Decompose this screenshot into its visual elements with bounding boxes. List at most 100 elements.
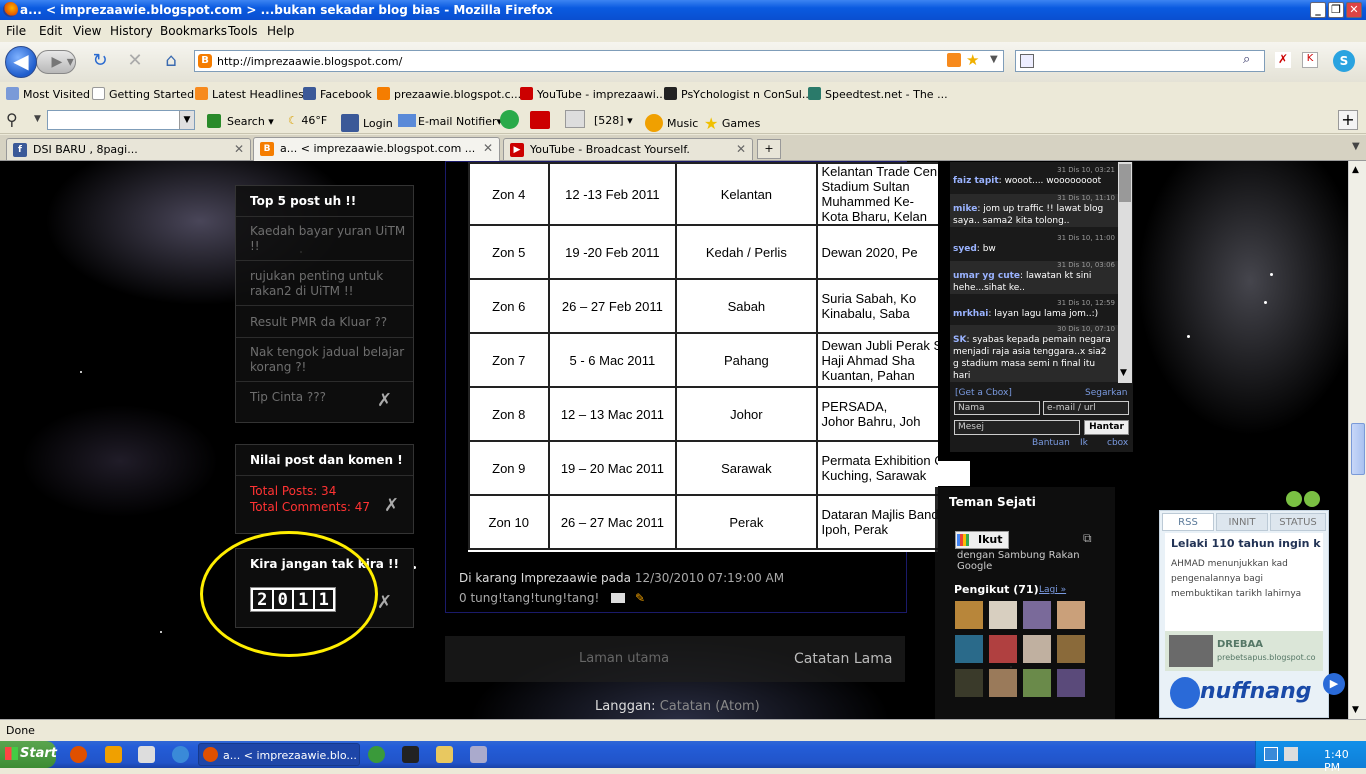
tab-youtube[interactable]: ▶ YouTube - Broadcast Yourself. ✕ — [503, 138, 753, 160]
follower-avatar[interactable] — [1057, 635, 1085, 663]
post-link[interactable]: Kaedah bayar yuran UiTM !! — [250, 224, 410, 254]
reload-icon[interactable]: ↻ — [89, 52, 111, 70]
edit-tools-icon[interactable]: ✗ — [377, 592, 392, 613]
pencil-icon[interactable]: ✎ — [635, 591, 645, 605]
bookmark-getting-started[interactable]: Getting Started — [92, 87, 194, 101]
close-tab-icon[interactable]: ✕ — [483, 141, 493, 155]
add-toolbar-button[interactable]: + — [1338, 110, 1358, 130]
skype-icon[interactable]: S — [1333, 50, 1355, 72]
cbox-brand-link[interactable]: cbox — [1107, 438, 1128, 448]
email-url-input[interactable]: e-mail / url — [1043, 401, 1129, 415]
close-tab-icon[interactable]: ✕ — [234, 142, 244, 156]
notepad-icon[interactable] — [470, 746, 487, 763]
addon-k-icon[interactable]: K — [1302, 52, 1318, 68]
refresh-green-icon[interactable] — [500, 110, 519, 129]
weather-widget[interactable]: ☾ 46°F — [288, 114, 327, 127]
menu-bookmarks[interactable]: Bookmarks — [160, 24, 227, 38]
follower-avatar[interactable] — [989, 669, 1017, 697]
rss-item[interactable]: DREBAA prebetsapus.blogspot.co — [1165, 631, 1323, 671]
scroll-thumb[interactable] — [1351, 423, 1365, 475]
cmd-icon[interactable] — [402, 746, 419, 763]
email-notifier-button[interactable]: E-mail Notifier▾ — [398, 114, 502, 128]
older-posts-link[interactable]: Catatan Lama — [794, 651, 892, 667]
forward-button[interactable]: ▶ ▾ — [36, 50, 76, 74]
chevron-down-icon[interactable]: ▼ — [179, 111, 194, 129]
folder-icon[interactable] — [436, 746, 453, 763]
notepad-icon[interactable] — [565, 110, 585, 128]
post-link[interactable]: rujukan penting untuk rakan2 di UiTM !! — [250, 269, 410, 299]
edit-tools-icon[interactable]: ✗ — [384, 495, 399, 516]
youtube-icon[interactable] — [530, 111, 550, 129]
minimize-button[interactable]: _ — [1310, 2, 1326, 18]
help-link[interactable]: Bantuan — [1032, 438, 1070, 448]
url-input[interactable] — [217, 53, 917, 69]
bookmark-facebook[interactable]: Facebook — [303, 87, 372, 101]
close-button[interactable]: ✕ — [1346, 2, 1362, 18]
close-tab-icon[interactable]: ✕ — [736, 142, 746, 156]
menu-edit[interactable]: Edit — [39, 24, 62, 38]
follower-avatar[interactable] — [955, 635, 983, 663]
volume-icon[interactable] — [1284, 747, 1298, 761]
addon-x-icon[interactable]: ✗ — [1275, 52, 1291, 68]
url-bar[interactable]: B ★ ▼ — [194, 50, 1004, 72]
stop-icon[interactable]: ✕ — [124, 52, 146, 70]
bookmark-speedtest[interactable]: Speedtest.net - The ... — [808, 87, 948, 101]
name-input[interactable]: Nama — [954, 401, 1040, 415]
chat-scroll-thumb[interactable] — [1119, 164, 1131, 202]
post-timestamp[interactable]: 12/30/2010 07:19:00 AM — [635, 571, 784, 585]
network-icon[interactable] — [1264, 747, 1278, 761]
chevron-down-icon[interactable]: ▼ — [1352, 705, 1359, 715]
follower-avatar[interactable] — [1057, 669, 1085, 697]
follower-avatar[interactable] — [1023, 635, 1051, 663]
tab-rss[interactable]: RSS — [1162, 513, 1214, 531]
toolbar-search-input[interactable]: ▼ — [47, 110, 195, 130]
follower-avatar[interactable] — [989, 635, 1017, 663]
music-button[interactable]: Music — [645, 114, 698, 132]
more-followers-link[interactable]: Lagi » — [1039, 585, 1066, 595]
menu-help[interactable]: Help — [267, 24, 294, 38]
url-dropdown-icon[interactable]: ▼ — [990, 54, 998, 65]
media-player-icon[interactable] — [105, 746, 122, 763]
chrome-icon[interactable] — [368, 746, 385, 763]
atom-feed-link[interactable]: Catatan (Atom) — [660, 699, 760, 714]
follower-avatar[interactable] — [955, 669, 983, 697]
new-tab-button[interactable]: + — [757, 139, 781, 159]
taskbar-firefox-window[interactable]: a... < imprezaawie.blo... — [198, 743, 360, 766]
bookmark-latest-headlines[interactable]: Latest Headlines — [195, 87, 304, 101]
search-icon[interactable]: ⚲ — [6, 110, 18, 129]
tab-dsi-baru[interactable]: f DSI BARU , 8pagi... ✕ — [6, 138, 251, 160]
bookmark-youtube[interactable]: YouTube - imprezaawi... — [520, 87, 666, 101]
login-button[interactable]: Login — [341, 114, 393, 132]
search-icon[interactable]: ⌕ — [1243, 52, 1250, 67]
calculator-icon[interactable] — [138, 746, 155, 763]
games-button[interactable]: ★ Games — [704, 114, 760, 133]
nuffnang-brand[interactable]: nuffnang — [1200, 679, 1312, 704]
popout-icon[interactable]: ⧉ — [1083, 531, 1092, 546]
follower-avatar[interactable] — [989, 601, 1017, 629]
menu-file[interactable]: File — [6, 24, 26, 38]
help-icon[interactable] — [1286, 491, 1302, 507]
edit-tools-icon[interactable]: ✗ — [377, 390, 392, 411]
menu-view[interactable]: View — [73, 24, 101, 38]
maximize-button[interactable]: ❐ — [1328, 2, 1344, 18]
cbox-mid-link[interactable]: Ik — [1080, 438, 1088, 448]
send-button[interactable]: Hantar — [1084, 420, 1129, 435]
menu-history[interactable]: History — [110, 24, 153, 38]
internet-explorer-icon[interactable] — [172, 746, 189, 763]
counter-button[interactable]: [528] ▾ — [594, 114, 633, 127]
minimize-icon[interactable] — [1304, 491, 1320, 507]
toolbar-search-button[interactable]: Search ▾ — [207, 114, 274, 128]
home-icon[interactable]: ⌂ — [160, 52, 182, 70]
refresh-link[interactable]: Segarkan — [1085, 388, 1127, 398]
page-scrollbar[interactable]: ▲ ▼ — [1348, 161, 1366, 719]
bookmark-most-visited[interactable]: Most Visited — [6, 87, 90, 101]
rss-headline[interactable]: Lelaki 110 tahun ingin kah — [1171, 537, 1321, 550]
tab-innit[interactable]: INNIT — [1216, 513, 1268, 531]
tab-imprezaawie[interactable]: Ba... < imprezaawie.blogspot.com ... ✕ — [253, 137, 500, 161]
chevron-down-icon[interactable]: ▼ — [1120, 368, 1127, 378]
bookmark-blogspot[interactable]: prezaawie.blogspot.c... — [377, 87, 521, 101]
search-box[interactable]: ⌕ — [1015, 50, 1265, 72]
bookmark-psychologist[interactable]: PsYchologist n ConSul... — [664, 87, 812, 101]
email-post-icon[interactable] — [611, 593, 626, 603]
search-engine-icon[interactable] — [1020, 54, 1034, 68]
